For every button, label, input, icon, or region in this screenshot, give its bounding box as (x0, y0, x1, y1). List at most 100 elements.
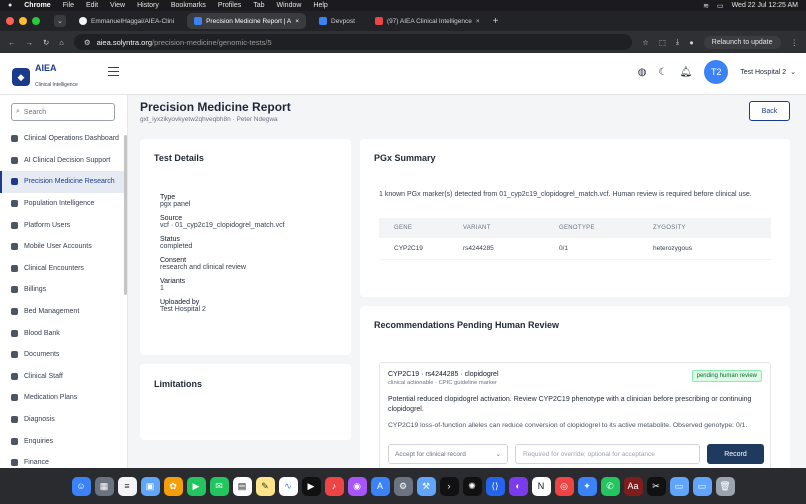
reminders-icon[interactable]: ≡ (117, 476, 137, 496)
folder-icon[interactable]: ▭ (669, 476, 689, 496)
trash-icon[interactable]: 🗑︎ (715, 476, 735, 496)
sidebar-search-input[interactable]: ⌕ Search (11, 103, 115, 121)
back-arrow-icon[interactable]: ← (8, 38, 16, 47)
whatsapp-icon[interactable]: ✆ (600, 476, 620, 496)
sidebar-scrollbar[interactable] (124, 135, 127, 295)
shield-logo-icon: ◆ (12, 68, 30, 86)
calendar-icon[interactable]: ▤ (232, 476, 252, 496)
xcode-icon[interactable]: ⚒ (416, 476, 436, 496)
dictionary-icon[interactable]: Aa (623, 476, 643, 496)
launchpad-icon[interactable]: ▦ (94, 476, 114, 496)
back-button[interactable]: Back (749, 101, 790, 121)
menu-view[interactable]: View (110, 2, 125, 9)
github-desktop-icon[interactable]: ◐ (508, 476, 528, 496)
downloads-folder-icon[interactable]: ▭ (692, 476, 712, 496)
sidebar-item-ai-clinical-decision-support[interactable]: AI Clinical Decision Support (0, 150, 124, 172)
sidebar-item-precision-medicine-research[interactable]: Precision Medicine Research (0, 171, 124, 193)
sidebar-item-enquiries[interactable]: Enquiries (0, 430, 124, 452)
podcasts-icon[interactable]: ◉ (347, 476, 367, 496)
sidebar-item-diagnosis[interactable]: Diagnosis (0, 409, 124, 431)
sidebar-item-documents[interactable]: Documents (0, 344, 124, 366)
browser-tab[interactable]: Devpost (312, 13, 362, 29)
brand-logo[interactable]: ◆ AIEA Clinical Intelligence (12, 63, 78, 91)
test-details-card: Test Details Type pgx panel Source vcf · 01… (140, 139, 351, 355)
bookmark-star-icon[interactable]: ☆ (642, 38, 649, 47)
sidebar-item-finance[interactable]: Finance (0, 452, 124, 468)
app-store-icon[interactable]: A (370, 476, 390, 496)
reload-icon[interactable]: ↻ (43, 38, 49, 47)
sidebar-item-blood-bank[interactable]: Blood Bank (0, 322, 124, 344)
capcut-icon[interactable]: ✂ (646, 476, 666, 496)
decision-select[interactable]: Accept for clinical record ⌄ (388, 444, 508, 464)
sidebar-item-medication-plans[interactable]: Medication Plans (0, 387, 124, 409)
apple-icon[interactable]: ● (8, 2, 12, 9)
browser-tab[interactable]: (97) AIEA Clinical Intelligence × (368, 13, 487, 29)
apple-tv-icon[interactable]: ▶ (301, 476, 321, 496)
menu-tab[interactable]: Tab (253, 2, 264, 9)
vscode-icon[interactable]: ⟨⟩ (485, 476, 505, 496)
menu-profiles[interactable]: Profiles (218, 2, 241, 9)
close-window-button[interactable] (6, 17, 14, 25)
menubar-app[interactable]: Chrome (24, 2, 50, 9)
recommendations-heading: Recommendations Pending Human Review (374, 320, 560, 330)
sidebar-item-mobile-user-accounts[interactable]: Mobile User Accounts (0, 236, 124, 258)
battery-icon[interactable]: ▭ (717, 2, 724, 10)
site-info-icon[interactable]: ⚙ (84, 38, 91, 47)
sidebar-item-billings[interactable]: Billings (0, 279, 124, 301)
menu-help[interactable]: Help (313, 2, 327, 9)
photos-icon[interactable]: ✿ (163, 476, 183, 496)
new-tab-button[interactable]: + (493, 16, 499, 27)
chevron-down-icon[interactable]: ⌄ (790, 68, 796, 76)
chatgpt-icon[interactable]: ✺ (462, 476, 482, 496)
sidebar-item-clinical-staff[interactable]: Clinical Staff (0, 366, 124, 388)
messages-icon[interactable]: ✉ (209, 476, 229, 496)
relaunch-button[interactable]: Relaunch to update (703, 35, 781, 49)
hospital-name[interactable]: Test Hospital 2 (740, 69, 786, 76)
address-bar[interactable]: ⚙ aiea.solyntra.org/precision-medicine/g… (73, 34, 633, 50)
minimize-window-button[interactable] (19, 17, 27, 25)
preview-icon[interactable]: ▣ (140, 476, 160, 496)
notes-icon[interactable]: ✎ (255, 476, 275, 496)
more-menu-icon[interactable]: ⋮ (791, 38, 799, 47)
bell-icon[interactable]: 🔔︎ (680, 67, 693, 78)
browser-tab[interactable]: EmmanuelHaggai/AIEA-Clini (72, 13, 181, 29)
chrome-icon[interactable]: ◎ (554, 476, 574, 496)
menu-history[interactable]: History (137, 2, 159, 9)
forward-arrow-icon[interactable]: → (26, 38, 34, 47)
zoom-window-button[interactable] (32, 17, 40, 25)
download-icon[interactable]: ⤓ (676, 37, 679, 47)
finder-icon[interactable]: ☺ (71, 476, 91, 496)
menu-bookmarks[interactable]: Bookmarks (171, 2, 206, 9)
sidebar-item-clinical-operations-dashboard[interactable]: Clinical Operations Dashboard (0, 128, 124, 150)
browser-tab-active[interactable]: Precision Medicine Report | A × (187, 13, 307, 29)
freeform-icon[interactable]: ∿ (278, 476, 298, 496)
url-path: /precision-medicine/genomic-tests/5 (152, 37, 272, 47)
menu-edit[interactable]: Edit (86, 2, 98, 9)
tab-search-button[interactable]: ⌄ (54, 15, 66, 27)
override-reason-input[interactable]: Required for override; optional for acce… (515, 444, 700, 464)
user-avatar[interactable]: T2 (704, 60, 729, 84)
settings-icon[interactable]: ⚙ (393, 476, 413, 496)
safari-icon[interactable]: ✦ (577, 476, 597, 496)
record-button[interactable]: Record (707, 444, 764, 464)
close-tab-icon[interactable]: × (295, 18, 299, 25)
facetime-icon[interactable]: ▶ (186, 476, 206, 496)
menubar-clock[interactable]: Wed 22 Jul 12:25 AM (732, 2, 798, 9)
sidebar-item-clinical-encounters[interactable]: Clinical Encounters (0, 258, 124, 280)
music-icon[interactable]: ♪ (324, 476, 344, 496)
sidebar-item-platform-users[interactable]: Platform Users (0, 214, 124, 236)
close-tab-icon[interactable]: × (476, 18, 480, 25)
terminal-icon[interactable]: › (439, 476, 459, 496)
wifi-icon[interactable]: ≋ (703, 2, 709, 10)
globe-icon[interactable]: ◍ (638, 67, 647, 78)
extensions-icon[interactable]: ⬚ (659, 38, 666, 47)
hamburger-menu-icon[interactable] (108, 67, 119, 76)
notion-icon[interactable]: N (531, 476, 551, 496)
sidebar-item-population-intelligence[interactable]: Population Intelligence (0, 193, 124, 215)
menu-file[interactable]: File (63, 2, 74, 9)
profile-avatar-icon[interactable]: ● (689, 38, 694, 47)
sidebar-item-bed-management[interactable]: Bed Management (0, 301, 124, 323)
moon-icon[interactable]: ☾ (659, 67, 668, 78)
menu-window[interactable]: Window (277, 2, 302, 9)
home-icon[interactable]: ⌂ (59, 38, 64, 47)
